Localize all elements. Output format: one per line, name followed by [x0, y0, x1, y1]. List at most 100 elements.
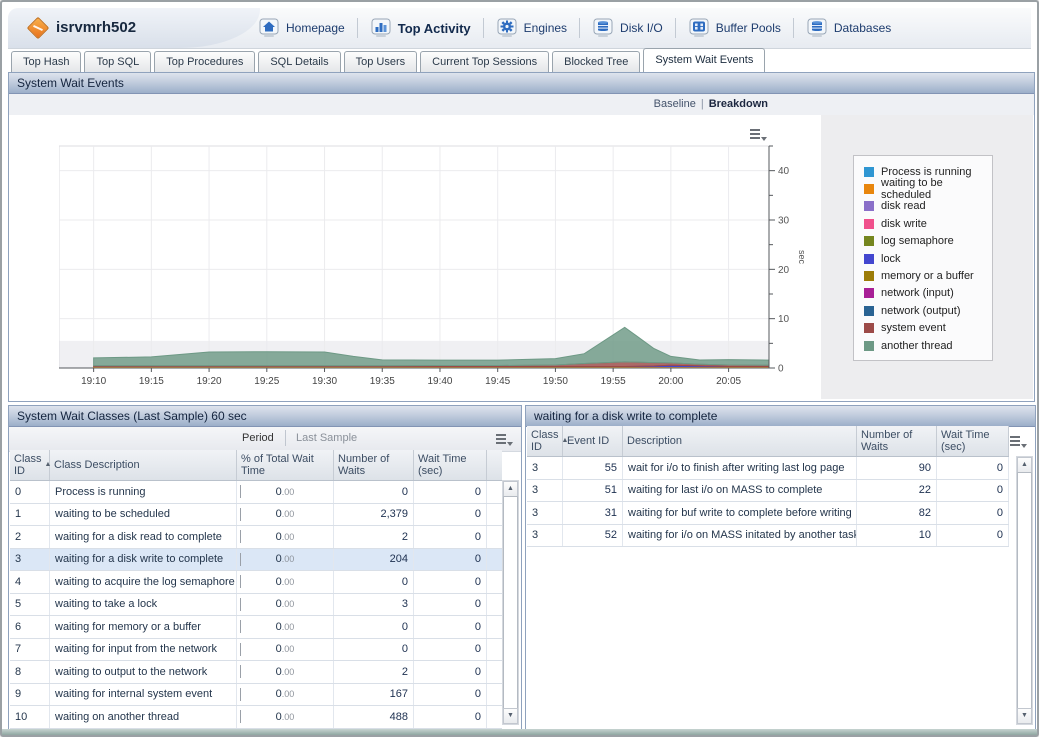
table-row[interactable]: 0Process is running0.0000 — [10, 481, 502, 504]
table-row[interactable]: 8waiting to output to the network0.0020 — [10, 661, 502, 684]
tab-sql-details[interactable]: SQL Details — [258, 51, 340, 72]
tab-current-top-sessions[interactable]: Current Top Sessions — [420, 51, 549, 72]
breakdown-link[interactable]: Breakdown — [709, 98, 768, 110]
cell-description: Process is running — [50, 481, 237, 503]
cell-number-of-waits: 22 — [857, 480, 937, 502]
column-header-event-id[interactable]: Event ID — [563, 426, 623, 456]
scroll-up-button[interactable]: ▲ — [503, 481, 518, 497]
table-row[interactable]: 3waiting for a disk write to complete0.0… — [10, 549, 502, 572]
column-header-number-of-waits[interactable]: Number of Waits — [334, 450, 414, 480]
nav-item-databases[interactable]: Databases — [794, 18, 903, 38]
vertical-scrollbar[interactable]: ▲ ▼ — [1016, 456, 1033, 725]
column-header-class-id[interactable]: Class ID ▲ — [10, 450, 50, 480]
cell-wait-time: 0 — [414, 639, 487, 661]
cell-event-id: 52 — [563, 525, 623, 547]
cell-wait-time: 0 — [414, 504, 487, 526]
legend-item: another thread — [854, 337, 992, 354]
legend-item: log semaphore — [854, 233, 992, 250]
legend-swatch — [864, 288, 874, 298]
column-header-number-of-waits[interactable]: Number of Waits — [857, 426, 937, 456]
table-menu-icon[interactable] — [496, 433, 513, 446]
cell-event-id: 31 — [563, 502, 623, 524]
column-header-wait-time-sec-[interactable]: Wait Time (sec) — [414, 450, 487, 480]
table-row[interactable]: 355wait for i/o to finish after writing … — [527, 457, 1009, 480]
table-row[interactable]: 4waiting to acquire the log semaphore0.0… — [10, 571, 502, 594]
table-row[interactable]: 352waiting for i/o on MASS initated by a… — [527, 525, 1009, 548]
table-row[interactable]: 6waiting for memory or a buffer0.0000 — [10, 616, 502, 639]
scroll-thumb[interactable] — [1017, 472, 1032, 709]
nav-label: Databases — [834, 21, 891, 35]
gear-icon — [496, 18, 518, 38]
svg-text:20:05: 20:05 — [716, 376, 741, 387]
cell-wait-time: 0 — [937, 480, 1009, 502]
column-header-class-id[interactable]: Class ID ▲ — [527, 426, 563, 456]
tab-top-hash[interactable]: Top Hash — [11, 51, 81, 72]
table-row[interactable]: 5waiting to take a lock0.0030 — [10, 594, 502, 617]
wait-classes-table: Class ID ▲Class Description% of Total Wa… — [10, 450, 502, 729]
legend-item: system event — [854, 320, 992, 337]
nav-item-engines[interactable]: Engines — [484, 18, 579, 38]
cell-wait-time: 0 — [414, 706, 487, 728]
table-row[interactable]: 351waiting for last i/o on MASS to compl… — [527, 480, 1009, 503]
cell-class-id: 3 — [527, 457, 563, 479]
table-row[interactable]: 7waiting for input from the network0.000… — [10, 639, 502, 662]
table-row[interactable]: 2waiting for a disk read to complete0.00… — [10, 526, 502, 549]
cell-pct-total: 0.00 — [237, 639, 334, 661]
column-header-class-description[interactable]: Class Description — [50, 450, 237, 480]
period-value-dropdown[interactable]: Last Sample — [296, 432, 357, 444]
legend-label: lock — [881, 253, 901, 265]
tab-system-wait-events[interactable]: System Wait Events — [643, 48, 765, 72]
nav-label: Top Activity — [398, 21, 471, 36]
nav-label: Disk I/O — [620, 21, 663, 35]
cell-number-of-waits: 2,379 — [334, 504, 414, 526]
cell-pct-total: 0.00 — [237, 616, 334, 638]
table-row[interactable]: 331waiting for buf write to complete bef… — [527, 502, 1009, 525]
svg-text:sec: sec — [797, 250, 807, 265]
legend-label: memory or a buffer — [881, 270, 974, 282]
table-menu-icon[interactable] — [1010, 435, 1027, 448]
legend-swatch — [864, 236, 874, 246]
panel-title: System Wait Classes (Last Sample) 60 sec — [17, 409, 247, 423]
svg-text:19:55: 19:55 — [601, 376, 626, 387]
cell-number-of-waits: 10 — [857, 525, 937, 547]
cell-description: waiting to output to the network — [50, 661, 237, 683]
nav-item-buffer-pools[interactable]: Buffer Pools — [676, 18, 793, 38]
tab-top-users[interactable]: Top Users — [344, 51, 418, 72]
cell-description: waiting to be scheduled — [50, 504, 237, 526]
nav-item-homepage[interactable]: Homepage — [246, 18, 357, 38]
column-header--of-total-wait-time[interactable]: % of Total Wait Time — [237, 450, 334, 480]
legend-swatch — [864, 201, 874, 211]
column-header-description[interactable]: Description — [623, 426, 857, 456]
tab-top-sql[interactable]: Top SQL — [84, 51, 151, 72]
legend-label: another thread — [881, 340, 953, 352]
cell-pct-total: 0.00 — [237, 684, 334, 706]
wait-events-table: Class ID ▲Event IDDescriptionNumber of W… — [527, 426, 1009, 547]
server-name: isrvmrh502 — [56, 19, 136, 36]
scroll-up-button[interactable]: ▲ — [1017, 457, 1032, 473]
panel-title-bar: System Wait Classes (Last Sample) 60 sec — [9, 406, 521, 427]
nav-item-top-activity[interactable]: Top Activity — [358, 18, 483, 38]
scroll-thumb[interactable] — [503, 496, 518, 709]
tab-blocked-tree[interactable]: Blocked Tree — [552, 51, 640, 72]
panel-title: waiting for a disk write to complete — [534, 409, 717, 423]
table-row[interactable]: 1waiting to be scheduled0.002,3790 — [10, 504, 502, 527]
cell-class-id: 6 — [10, 616, 50, 638]
table-row[interactable]: 9waiting for internal system event0.0016… — [10, 684, 502, 707]
scroll-down-button[interactable]: ▼ — [503, 708, 518, 724]
cell-pct-total: 0.00 — [237, 504, 334, 526]
column-header-wait-time-sec-[interactable]: Wait Time (sec) — [937, 426, 1009, 456]
cell-wait-time: 0 — [414, 481, 487, 503]
baseline-link[interactable]: Baseline — [654, 98, 696, 110]
nav-label: Buffer Pools — [716, 21, 781, 35]
chart-area: Process is runningwaiting to be schedule… — [9, 115, 1034, 401]
tab-top-procedures[interactable]: Top Procedures — [154, 51, 255, 72]
cell-class-id: 0 — [10, 481, 50, 503]
vertical-scrollbar[interactable]: ▲ ▼ — [502, 480, 519, 725]
table-row[interactable]: 10waiting on another thread0.004880 — [10, 706, 502, 729]
cell-description: waiting for internal system event — [50, 684, 237, 706]
svg-text:40: 40 — [778, 166, 790, 177]
cell-class-id: 1 — [10, 504, 50, 526]
chart-menu-icon[interactable] — [750, 128, 767, 141]
scroll-down-button[interactable]: ▼ — [1017, 708, 1032, 724]
nav-item-disk-io[interactable]: Disk I/O — [580, 18, 675, 38]
